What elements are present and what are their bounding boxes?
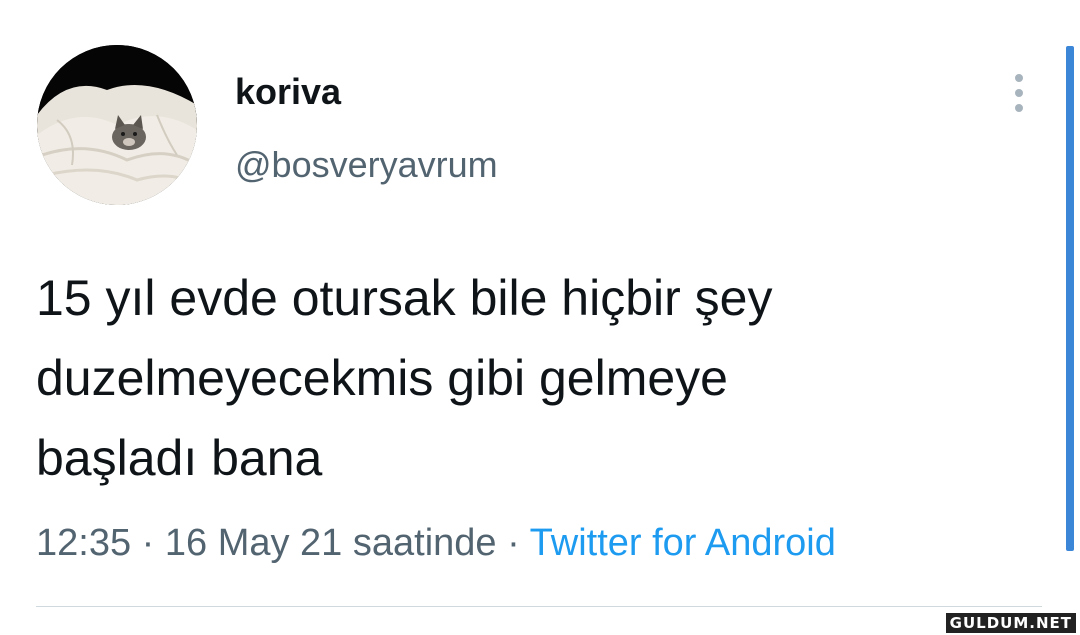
tweet-text-line: duzelmeyecekmis gibi gelmeye bbox=[36, 350, 728, 406]
tweet-text-line: 15 yıl evde otursak bile hiçbir şey bbox=[36, 270, 773, 326]
tweet-date[interactable]: 16 May 21 saatinde bbox=[165, 522, 497, 564]
cat-avatar-image bbox=[37, 45, 197, 205]
meta-separator: · bbox=[141, 522, 155, 564]
scrollbar[interactable] bbox=[1066, 46, 1074, 551]
tweet-source-link[interactable]: Twitter for Android bbox=[530, 522, 836, 564]
tweet-metadata: 12:35 · 16 May 21 saatinde · Twitter for… bbox=[36, 517, 836, 569]
divider bbox=[36, 606, 1042, 607]
tweet-time[interactable]: 12:35 bbox=[36, 522, 131, 564]
meta-separator: · bbox=[507, 522, 520, 564]
tweet-text-line: başladı bana bbox=[36, 430, 323, 486]
avatar[interactable] bbox=[37, 45, 197, 205]
more-options-button[interactable] bbox=[1004, 68, 1036, 118]
user-handle[interactable]: @bosveryavrum bbox=[235, 143, 498, 187]
tweet-detail: koriva @bosveryavrum 15 yıl evde otursak… bbox=[0, 0, 1080, 635]
tweet-text: 15 yıl evde otursak bile hiçbir şey duze… bbox=[36, 258, 1036, 498]
more-vertical-icon bbox=[1015, 74, 1023, 82]
display-name[interactable]: koriva bbox=[235, 70, 341, 114]
site-watermark: GULDUM.NET bbox=[945, 613, 1076, 633]
